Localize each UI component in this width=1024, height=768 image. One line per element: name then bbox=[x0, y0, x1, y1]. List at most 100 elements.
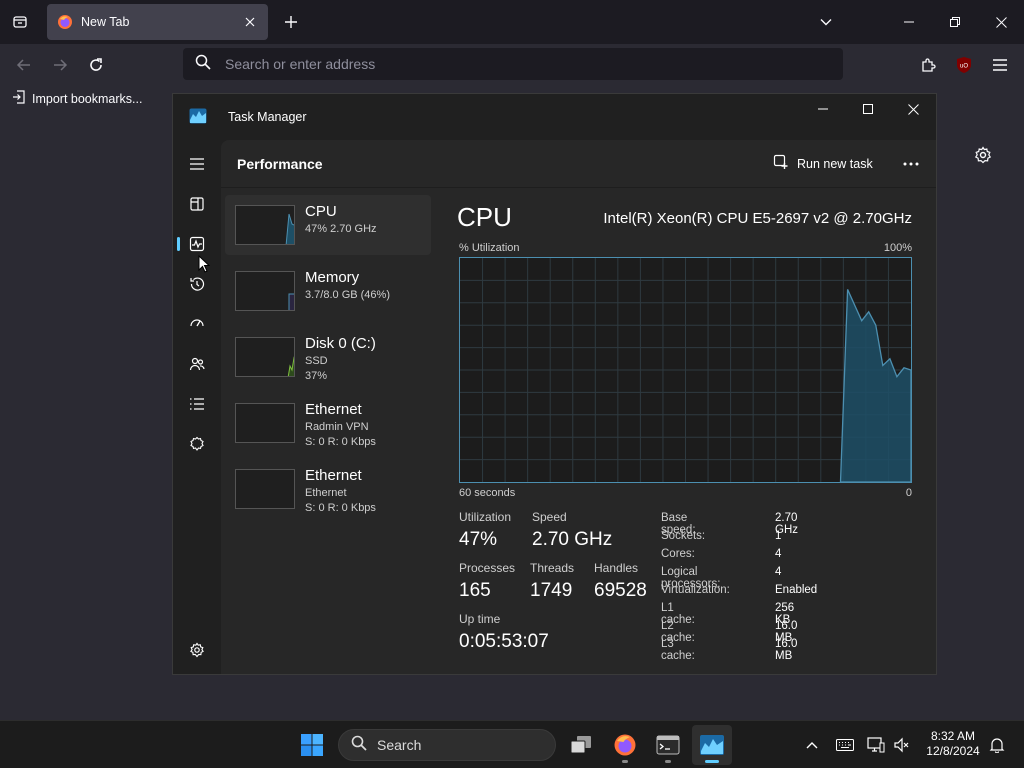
taskbar-search-box[interactable]: Search bbox=[338, 729, 556, 761]
processes-icon[interactable] bbox=[183, 190, 211, 218]
search-icon bbox=[351, 735, 367, 756]
startup-apps-icon[interactable] bbox=[183, 310, 211, 338]
detail-title: CPU bbox=[457, 202, 512, 232]
start-windows-icon[interactable] bbox=[292, 725, 332, 765]
ethernet-thumbnail-graph bbox=[235, 403, 295, 443]
device-name: Disk 0 (C:) bbox=[305, 335, 376, 352]
stat-uptime: Up time 0:05:53:07 bbox=[459, 612, 549, 653]
graph-x-label: 60 seconds bbox=[459, 487, 516, 499]
device-detail: SSD bbox=[305, 355, 328, 367]
stat-label: Threads bbox=[530, 561, 575, 575]
tm-main-panel: Performance Run new task CPU 47% 2.70 GH… bbox=[221, 140, 936, 674]
stat-label: Up time bbox=[459, 612, 501, 626]
device-item-memory[interactable]: Memory 3.7/8.0 GB (46%) bbox=[225, 261, 431, 321]
users-icon[interactable] bbox=[183, 350, 211, 378]
disk-thumbnail-graph bbox=[235, 337, 295, 377]
address-placeholder: Search or enter address bbox=[225, 56, 376, 72]
newtab-settings-gear-icon[interactable] bbox=[971, 143, 995, 167]
spec-value: 4 bbox=[775, 548, 782, 560]
graph-y-label: % Utilization bbox=[459, 242, 520, 254]
firefox-logo-icon bbox=[57, 14, 73, 30]
page-title: Performance bbox=[237, 156, 323, 172]
taskbar-search-label: Search bbox=[377, 737, 422, 753]
task-manager-title: Task Manager bbox=[228, 110, 307, 124]
services-icon[interactable] bbox=[183, 430, 211, 458]
stat-label: Speed bbox=[532, 510, 567, 524]
spec-key: L3 cache: bbox=[661, 638, 695, 662]
browser-navbar: Search or enter address uO bbox=[0, 44, 1024, 86]
extensions-puzzle-icon[interactable] bbox=[915, 52, 941, 78]
ethernet-thumbnail-graph bbox=[235, 469, 295, 509]
details-list-icon[interactable] bbox=[183, 390, 211, 418]
stat-value: 47% bbox=[459, 529, 498, 550]
cpu-thumbnail-graph bbox=[235, 205, 295, 245]
reload-icon[interactable] bbox=[83, 52, 109, 78]
stat-value: 0:05:53:07 bbox=[459, 631, 549, 652]
performance-icon[interactable] bbox=[177, 230, 211, 258]
cpu-utilization-graph bbox=[459, 257, 912, 483]
device-name: Ethernet bbox=[305, 401, 362, 418]
ublock-origin-icon[interactable]: uO bbox=[951, 52, 977, 78]
device-item-cpu[interactable]: CPU 47% 2.70 GHz bbox=[225, 195, 431, 255]
import-icon bbox=[12, 90, 26, 107]
terminal-taskbar-icon[interactable] bbox=[648, 725, 688, 765]
hamburger-menu-icon[interactable] bbox=[987, 52, 1013, 78]
settings-gear-icon[interactable] bbox=[183, 636, 211, 664]
device-item-ethernet[interactable]: Ethernet Ethernet S: 0 R: 0 Kbps bbox=[225, 459, 431, 519]
notifications-bell-icon[interactable] bbox=[987, 735, 1007, 755]
more-options-icon[interactable] bbox=[897, 152, 925, 176]
address-bar[interactable]: Search or enter address bbox=[183, 48, 843, 80]
task-view-icon[interactable] bbox=[561, 725, 601, 765]
tm-maximize-button[interactable] bbox=[845, 94, 891, 124]
stat-value: 165 bbox=[459, 580, 491, 601]
new-tab-button[interactable] bbox=[279, 10, 303, 34]
device-detail: Radmin VPN bbox=[305, 421, 369, 433]
firefox-view-icon[interactable] bbox=[8, 10, 32, 34]
performance-device-list: CPU 47% 2.70 GHz Memory 3.7/8.0 GB (46%)… bbox=[225, 195, 431, 525]
cpu-detail-pane: CPU Intel(R) Xeon(R) CPU E5-2697 v2 @ 2.… bbox=[451, 188, 921, 674]
tab-new-tab[interactable]: New Tab bbox=[47, 4, 268, 40]
device-detail: S: 0 R: 0 Kbps bbox=[305, 502, 376, 514]
volume-muted-icon[interactable] bbox=[892, 735, 912, 755]
keyboard-icon[interactable] bbox=[835, 735, 855, 755]
windows-taskbar: Search 8:32 AM 12/8/2024 bbox=[0, 720, 1024, 768]
cpu-model-name: Intel(R) Xeon(R) CPU E5-2697 v2 @ 2.70GH… bbox=[603, 210, 912, 227]
hamburger-menu-icon[interactable] bbox=[183, 150, 211, 178]
device-detail: S: 0 R: 0 Kbps bbox=[305, 436, 376, 448]
device-detail: 47% 2.70 GHz bbox=[305, 223, 377, 235]
device-item-ethernet-radmin[interactable]: Ethernet Radmin VPN S: 0 R: 0 Kbps bbox=[225, 393, 431, 453]
run-new-task-button[interactable]: Run new task bbox=[773, 154, 873, 173]
import-bookmarks-button[interactable]: Import bookmarks... bbox=[12, 90, 142, 107]
list-all-tabs-button[interactable] bbox=[814, 10, 838, 34]
stat-threads: Threads 1749 bbox=[530, 561, 574, 602]
close-tab-icon[interactable] bbox=[242, 14, 258, 30]
forward-arrow-icon[interactable] bbox=[47, 52, 73, 78]
close-window-button[interactable] bbox=[978, 0, 1024, 44]
stat-processes: Processes 165 bbox=[459, 561, 515, 602]
device-item-disk[interactable]: Disk 0 (C:) SSD 37% bbox=[225, 327, 431, 387]
task-manager-taskbar-icon[interactable] bbox=[692, 725, 732, 765]
back-arrow-icon[interactable] bbox=[11, 52, 37, 78]
spec-key: Sockets: bbox=[661, 530, 706, 542]
tm-minimize-button[interactable] bbox=[800, 94, 846, 124]
stat-label: Utilization bbox=[459, 510, 512, 524]
clock-date: 12/8/2024 bbox=[926, 744, 980, 758]
device-detail: 3.7/8.0 GB (46%) bbox=[305, 289, 390, 301]
stat-speed: Speed 2.70 GHz bbox=[532, 510, 612, 551]
taskbar-clock[interactable]: 8:32 AM 12/8/2024 bbox=[920, 729, 986, 759]
spec-key: Virtualization: bbox=[661, 584, 730, 596]
restore-window-button[interactable] bbox=[932, 0, 978, 44]
spec-value: 4 bbox=[775, 566, 782, 578]
network-icon[interactable] bbox=[866, 735, 886, 755]
stat-label: Handles bbox=[594, 561, 639, 575]
firefox-taskbar-icon[interactable] bbox=[605, 725, 645, 765]
task-manager-titlebar: Task Manager bbox=[173, 94, 936, 140]
stat-label: Processes bbox=[459, 561, 516, 575]
show-hidden-icons-chevron-icon[interactable] bbox=[802, 735, 822, 755]
minimize-window-button[interactable] bbox=[886, 0, 932, 44]
graph-y-max: 100% bbox=[883, 242, 912, 254]
tm-close-button[interactable] bbox=[890, 94, 936, 124]
spec-value: 16.0 MB bbox=[775, 638, 798, 662]
browser-tabstrip: New Tab bbox=[0, 0, 1024, 44]
spec-key: Cores: bbox=[661, 548, 695, 560]
